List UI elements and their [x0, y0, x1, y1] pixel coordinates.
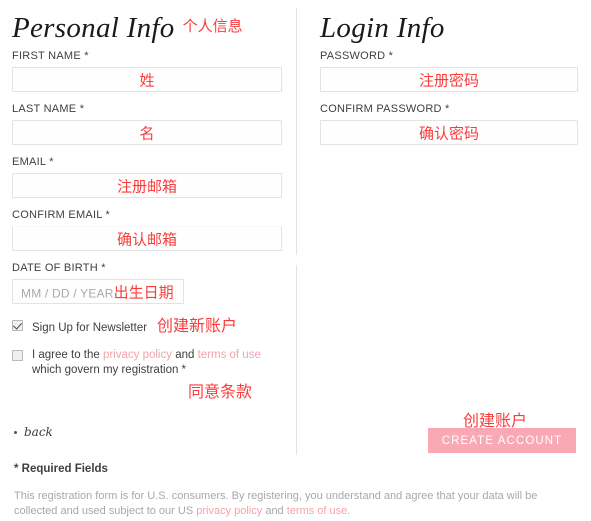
terms-middle: and — [172, 349, 198, 361]
last-name-field: LAST NAME * 名 — [12, 103, 282, 145]
legal-middle: and — [262, 505, 287, 517]
email-input[interactable]: 注册邮箱 — [12, 173, 282, 198]
terms-suffix: which govern my registration * — [32, 364, 187, 376]
confirm-password-input[interactable]: 确认密码 — [320, 120, 578, 145]
last-name-input[interactable]: 名 — [12, 120, 282, 145]
email-label: EMAIL * — [12, 156, 54, 168]
column-divider-bottom — [296, 265, 297, 455]
email-field: EMAIL * 注册邮箱 — [12, 156, 282, 198]
confirm-password-label: CONFIRM PASSWORD * — [320, 103, 450, 115]
password-field: PASSWORD * 注册密码 — [320, 50, 578, 92]
date-of-birth-field: DATE OF BIRTH * MM / DD / YEAR出生日期 — [12, 262, 282, 304]
password-value: 注册密码 — [418, 71, 480, 89]
first-name-field: FIRST NAME * 姓 — [12, 50, 282, 92]
personal-info-column: Personal Info 个人信息 FIRST NAME * 姓 LAST NA… — [12, 0, 282, 390]
date-of-birth-input[interactable]: MM / DD / YEAR出生日期 — [12, 279, 184, 304]
date-of-birth-placeholder: MM / DD / YEAR — [21, 286, 114, 300]
login-info-column: Login Info PASSWORD * 注册密码 CONFIRM PASSW… — [320, 0, 578, 156]
legal-disclaimer: This registration form is for U.S. consu… — [14, 489, 574, 519]
column-divider-top — [296, 8, 297, 255]
date-of-birth-inner: MM / DD / YEAR出生日期 — [21, 281, 174, 302]
newsletter-checkbox[interactable] — [12, 320, 23, 331]
date-of-birth-annotation: 出生日期 — [113, 283, 174, 301]
legal-suffix: . — [347, 505, 351, 517]
confirm-password-value: 确认密码 — [418, 124, 480, 142]
required-fields-note: * Required Fields — [14, 463, 108, 475]
login-info-title: Login Info — [320, 12, 445, 44]
first-name-value: 姓 — [139, 71, 155, 89]
last-name-value: 名 — [139, 124, 155, 142]
terms-annotation: 同意条款 — [188, 382, 253, 401]
newsletter-label-wrap: Sign Up for Newsletter 创建新账户 — [32, 318, 237, 336]
date-of-birth-label: DATE OF BIRTH * — [12, 262, 106, 274]
back-link-label: back — [24, 425, 53, 439]
first-name-input[interactable]: 姓 — [12, 67, 282, 92]
footer-privacy-policy-link[interactable]: privacy policy — [196, 505, 262, 517]
personal-info-title: Personal Info — [12, 12, 175, 44]
email-value: 注册邮箱 — [116, 177, 178, 195]
confirm-email-input[interactable]: 确认邮箱 — [12, 226, 282, 251]
confirm-email-value: 确认邮箱 — [116, 230, 178, 248]
back-link[interactable]: back — [14, 425, 53, 439]
newsletter-annotation: 创建新账户 — [157, 316, 238, 335]
last-name-label: LAST NAME * — [12, 103, 85, 115]
first-name-label: FIRST NAME * — [12, 50, 89, 62]
footer-terms-of-use-link[interactable]: terms of use — [287, 505, 348, 517]
terms-checkbox[interactable] — [12, 350, 23, 361]
create-account-button[interactable]: CREATE ACCOUNT — [428, 428, 576, 453]
login-info-heading: Login Info — [320, 0, 578, 50]
confirm-email-label: CONFIRM EMAIL * — [12, 209, 111, 221]
bullet-icon — [14, 430, 17, 434]
password-label: PASSWORD * — [320, 50, 394, 62]
privacy-policy-link[interactable]: privacy policy — [103, 349, 172, 361]
newsletter-checkbox-row[interactable]: Sign Up for Newsletter 创建新账户 — [12, 318, 282, 336]
confirm-password-field: CONFIRM PASSWORD * 确认密码 — [320, 103, 578, 145]
personal-info-title-annotation: 个人信息 — [182, 17, 243, 35]
confirm-email-field: CONFIRM EMAIL * 确认邮箱 — [12, 209, 282, 251]
terms-of-use-link[interactable]: terms of use — [198, 349, 261, 361]
consent-checkboxes: Sign Up for Newsletter 创建新账户 I agree to t… — [12, 318, 282, 378]
newsletter-label: Sign Up for Newsletter — [32, 322, 148, 334]
terms-label-wrap: I agree to the privacy policy and terms … — [32, 348, 261, 378]
password-input[interactable]: 注册密码 — [320, 67, 578, 92]
registration-page: Personal Info 个人信息 FIRST NAME * 姓 LAST NA… — [0, 0, 591, 521]
terms-prefix: I agree to the — [32, 349, 103, 361]
personal-info-heading: Personal Info 个人信息 — [12, 0, 282, 50]
terms-checkbox-row[interactable]: I agree to the privacy policy and terms … — [12, 348, 282, 378]
